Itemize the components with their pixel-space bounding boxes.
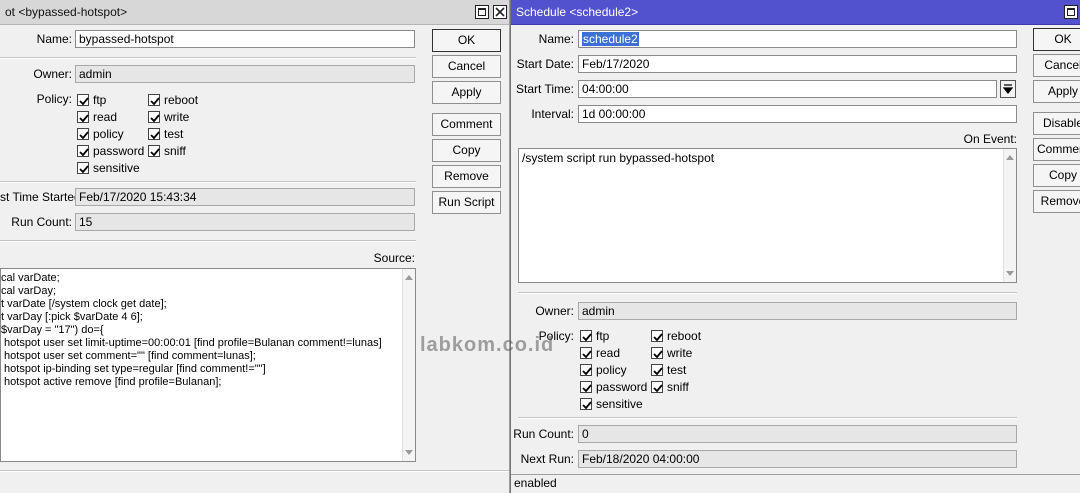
script-window-title: ot <bypassed-hotspot> [5, 5, 128, 19]
run-script-button[interactable]: Run Script [432, 191, 501, 214]
ok-button[interactable]: OK [432, 29, 501, 52]
name-value-selected: schedule2 [582, 32, 639, 46]
name-field[interactable]: schedule2 [578, 30, 1017, 48]
run-count-field: 0 [578, 425, 1017, 443]
schedule-window: Schedule <schedule2> Name: schedule2 Sta… [510, 0, 1080, 493]
start-time-label: Start Time: [515, 82, 574, 96]
source-line: $varDay = "17") do={ [1, 324, 104, 336]
dropdown-arrow-icon [1002, 84, 1014, 94]
scroll-up-icon[interactable] [1006, 154, 1014, 160]
on-event-text: /system script run bypassed-hotspot [522, 151, 715, 165]
script-window: ot <bypassed-hotspot> Name: bypassed-hot… [0, 0, 510, 493]
schedule-window-title: Schedule <schedule2> [516, 5, 639, 19]
source-line: t varDay [:pick $varDate 4 6]; [1, 311, 143, 323]
policy-policy-label: policy [93, 127, 124, 141]
on-event-label: On Event: [963, 132, 1017, 146]
source-line: cal varDay; [1, 285, 57, 297]
disable-button[interactable]: Disable [1033, 112, 1080, 135]
policy-sensitive-label: sensitive [596, 397, 643, 411]
policy-ftp-label: ftp [93, 93, 107, 107]
policy-sniff-label: sniff [164, 144, 186, 158]
source-scrollbar[interactable] [402, 269, 415, 461]
source-label: Source: [373, 251, 415, 265]
policy-password-label: password [93, 144, 145, 158]
policy-write-label: write [164, 110, 190, 124]
owner-field: admin [578, 302, 1017, 320]
on-event-editor[interactable]: /system script run bypassed-hotspot [518, 148, 1017, 283]
source-line: hotspot user set limit-uptime=00:00:01 [… [1, 337, 382, 349]
policy-test-label: test [164, 127, 184, 141]
policy-reboot-label: reboot [164, 93, 199, 107]
owner-label: Owner: [33, 67, 72, 81]
copy-button[interactable]: Copy [432, 139, 501, 162]
last-time-started-label: st Time Started: [0, 190, 85, 204]
run-count-label: Run Count: [513, 427, 574, 441]
next-run-field: Feb/18/2020 04:00:00 [578, 450, 1017, 468]
status-text: enabled [514, 476, 557, 490]
apply-button[interactable]: Apply [1033, 80, 1080, 103]
divider [0, 181, 416, 183]
interval-field[interactable]: 1d 00:00:00 [578, 105, 1017, 123]
policy-read-label: read [596, 346, 621, 360]
scroll-down-icon[interactable] [405, 450, 413, 456]
owner-field: admin [75, 65, 415, 83]
source-editor[interactable]: cal varDate; cal varDay; t varDate [/sys… [0, 268, 416, 462]
start-time-field[interactable]: 04:00:00 [578, 80, 997, 98]
schedule-window-titlebar[interactable]: Schedule <schedule2> [511, 0, 1080, 25]
divider [0, 240, 416, 242]
watermark: labkom.co.id [420, 334, 555, 356]
close-icon[interactable] [493, 5, 507, 19]
policy-write-label: write [667, 346, 693, 360]
remove-button[interactable]: Remove [1033, 190, 1080, 213]
start-time-dropdown[interactable] [1000, 80, 1016, 98]
ok-button[interactable]: OK [1033, 28, 1080, 51]
policy-test-label: test [667, 363, 687, 377]
policy-sensitive-label: sensitive [93, 161, 140, 175]
name-label: Name: [36, 32, 72, 46]
comment-button[interactable]: Comment [1033, 138, 1080, 161]
policy-policy-label: policy [596, 363, 627, 377]
status-bar: enabled [511, 474, 1080, 493]
apply-button[interactable]: Apply [432, 81, 501, 104]
policy-label: Policy: [36, 92, 72, 106]
cancel-button[interactable]: Cancel [432, 55, 501, 78]
source-code: cal varDate; cal varDay; t varDate [/sys… [1, 272, 382, 389]
script-window-titlebar[interactable]: ot <bypassed-hotspot> [0, 0, 509, 25]
policy-ftp-label: ftp [596, 329, 610, 343]
name-field[interactable]: bypassed-hotspot [75, 30, 415, 48]
copy-button[interactable]: Copy [1033, 164, 1080, 187]
next-run-label: Next Run: [520, 452, 574, 466]
policy-reboot-label: reboot [667, 329, 702, 343]
run-count-field: 15 [75, 213, 415, 231]
source-line: hotspot ip-binding set type=regular [fin… [1, 363, 266, 375]
status-divider [0, 470, 509, 472]
source-line: t varDate [/system clock get date]; [1, 298, 167, 310]
scroll-up-icon[interactable] [405, 274, 413, 280]
maximize-icon[interactable] [475, 5, 489, 19]
source-line: hotspot active remove [find profile=Bula… [1, 376, 222, 388]
on-event-scrollbar[interactable] [1003, 149, 1016, 282]
source-line: cal varDate; [1, 272, 60, 284]
cancel-button[interactable]: Cancel [1033, 54, 1080, 77]
maximize-icon[interactable] [1064, 5, 1078, 19]
source-line: hotspot user set comment="" [find commen… [1, 350, 256, 362]
run-count-label: Run Count: [11, 215, 72, 229]
policy-password-label: password [596, 380, 648, 394]
remove-button[interactable]: Remove [432, 165, 501, 188]
last-time-started-field: Feb/17/2020 15:43:34 [75, 188, 415, 206]
start-date-field[interactable]: Feb/17/2020 [578, 55, 1017, 73]
start-date-label: Start Date: [516, 57, 574, 71]
interval-label: Interval: [531, 107, 574, 121]
divider [518, 417, 1017, 419]
scroll-down-icon[interactable] [1006, 271, 1014, 277]
divider [0, 57, 416, 59]
policy-read-label: read [93, 110, 118, 124]
policy-sniff-label: sniff [667, 380, 689, 394]
owner-label: Owner: [535, 304, 574, 318]
divider [518, 292, 1017, 294]
name-label: Name: [538, 32, 574, 46]
comment-button[interactable]: Comment [432, 113, 501, 136]
